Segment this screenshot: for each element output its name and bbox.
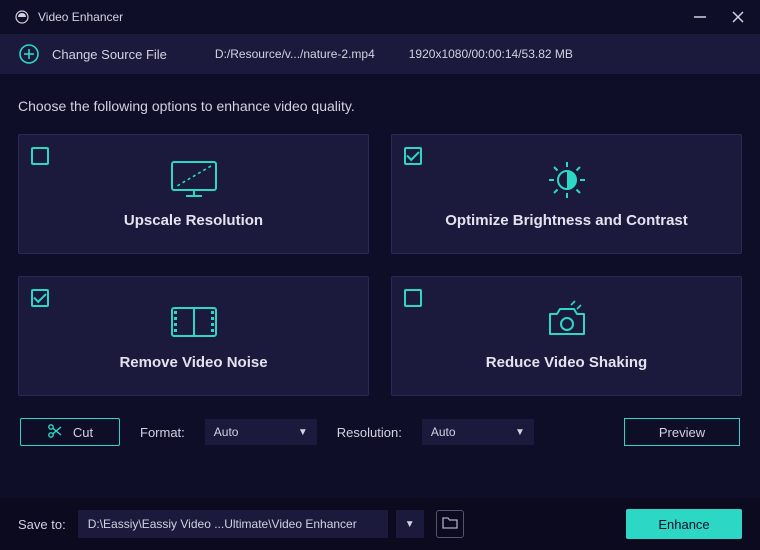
saveto-path: D:\Eassiy\Eassiy Video ...Ultimate\Video… [88,517,357,531]
monitor-icon [167,160,221,200]
resolution-select[interactable]: Auto ▼ [422,419,534,445]
preview-button[interactable]: Preview [624,418,740,446]
saveto-path-select[interactable]: D:\Eassiy\Eassiy Video ...Ultimate\Video… [78,510,388,538]
format-value: Auto [214,425,239,439]
chevron-down-icon: ▼ [515,427,525,438]
card-upscale-resolution[interactable]: Upscale Resolution [18,134,369,254]
enhance-label: Enhance [658,517,709,532]
scissors-icon [47,423,63,442]
card-title: Upscale Resolution [124,212,263,229]
chevron-down-icon: ▼ [405,519,415,530]
folder-icon [442,515,458,534]
card-reduce-shaking[interactable]: Reduce Video Shaking [391,276,742,396]
card-remove-noise[interactable]: Remove Video Noise [18,276,369,396]
source-path: D:/Resource/v.../nature-2.mp4 [215,47,375,61]
card-title: Remove Video Noise [119,354,267,371]
minimize-icon[interactable] [692,9,708,25]
preview-label: Preview [659,425,705,440]
cut-label: Cut [73,425,93,440]
film-icon [166,302,222,342]
source-meta: 1920x1080/00:00:14/53.82 MB [409,47,573,61]
saveto-dropdown-button[interactable]: ▼ [396,510,424,538]
format-select[interactable]: Auto ▼ [205,419,317,445]
sun-icon [542,160,592,200]
card-optimize-brightness[interactable]: Optimize Brightness and Contrast [391,134,742,254]
saveto-label: Save to: [18,517,66,532]
open-folder-button[interactable] [436,510,464,538]
checkbox-shaking[interactable] [404,289,422,307]
chevron-down-icon: ▼ [298,427,308,438]
card-title: Optimize Brightness and Contrast [445,212,688,229]
cut-button[interactable]: Cut [20,418,120,446]
change-source-button[interactable]: Change Source File [52,47,167,62]
camera-icon [542,302,592,342]
checkbox-upscale[interactable] [31,147,49,165]
checkbox-brightness[interactable] [404,147,422,165]
resolution-value: Auto [431,425,456,439]
close-icon[interactable] [730,9,746,25]
format-label: Format: [140,425,185,440]
source-bar: Change Source File D:/Resource/v.../natu… [0,34,760,74]
bottom-bar: Save to: D:\Eassiy\Eassiy Video ...Ultim… [0,498,760,550]
enhance-button[interactable]: Enhance [626,509,742,539]
titlebar: Video Enhancer [0,0,760,34]
card-title: Reduce Video Shaking [486,354,647,371]
resolution-label: Resolution: [337,425,402,440]
checkbox-noise[interactable] [31,289,49,307]
app-title: Video Enhancer [38,10,123,24]
instruction-text: Choose the following options to enhance … [18,98,742,114]
app-icon [14,9,30,25]
add-source-icon[interactable] [18,43,40,65]
